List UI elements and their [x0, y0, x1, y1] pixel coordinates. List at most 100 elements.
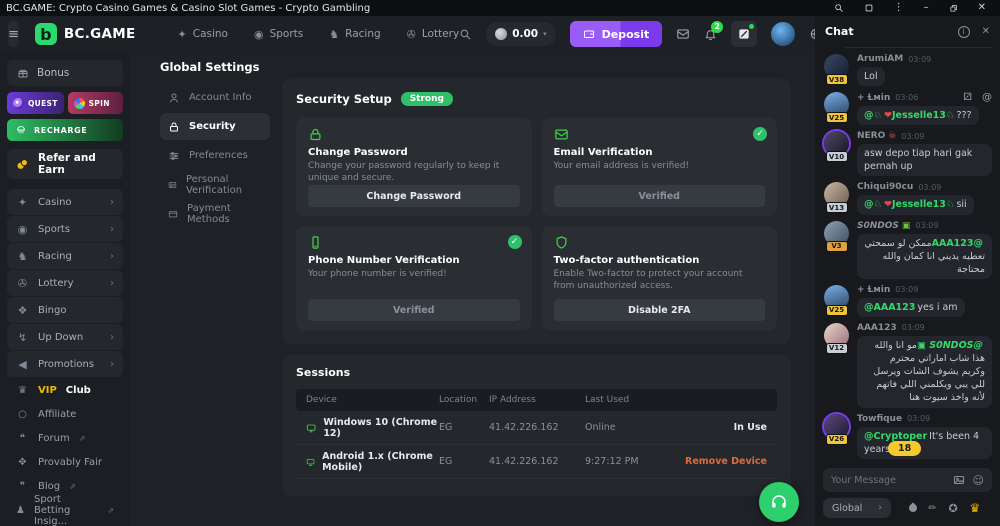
- spin-button[interactable]: SPIN: [68, 92, 123, 114]
- wallet-balance-dropdown[interactable]: 0.00 ▾: [486, 22, 555, 46]
- tab-security[interactable]: Security: [160, 113, 270, 140]
- close-icon[interactable]: ✕: [982, 26, 990, 37]
- inbox-icon[interactable]: [676, 27, 690, 41]
- window-restore-button[interactable]: [941, 4, 966, 13]
- deposit-button[interactable]: Deposit: [570, 21, 663, 47]
- lottery-icon: ✇: [407, 28, 416, 41]
- unread-count-badge[interactable]: 18: [888, 441, 921, 456]
- mention-icon[interactable]: @: [982, 92, 992, 103]
- sidebar-item-casino[interactable]: ✦Casino›: [7, 189, 123, 215]
- channel-selector[interactable]: Global›: [823, 498, 891, 518]
- sidebar-item-bingo[interactable]: ❖Bingo: [7, 297, 123, 323]
- chat-username: NERO: [857, 131, 885, 141]
- remove-device-button[interactable]: Remove Device: [685, 456, 767, 467]
- tab-preferences[interactable]: Preferences: [160, 142, 270, 169]
- user-avatar[interactable]: [771, 22, 795, 46]
- nav-sports[interactable]: ◉Sports: [254, 28, 303, 41]
- crown-icon: ♛: [16, 385, 29, 396]
- chat-timestamp: 03:09: [918, 183, 941, 192]
- emoji-icon[interactable]: ☺: [973, 474, 984, 487]
- quest-button[interactable]: QUEST: [7, 92, 64, 114]
- chat-title: Chat: [825, 25, 946, 38]
- chat-timestamp: 03:09: [901, 132, 924, 141]
- sidebar-item-forum[interactable]: ❝Forum⇗: [7, 426, 123, 450]
- vip-level-badge: V10: [826, 151, 848, 162]
- dice-icon[interactable]: ⚂: [963, 92, 972, 103]
- info-icon[interactable]: i: [958, 26, 970, 38]
- vip-level-badge: V26: [826, 434, 848, 445]
- trophy-icon[interactable]: ♛: [969, 501, 980, 515]
- pencil-icon[interactable]: ✏: [928, 503, 936, 514]
- quest-icon: [13, 98, 24, 109]
- tab-account-info[interactable]: Account Info: [160, 84, 270, 111]
- chat-username: AAA123: [857, 323, 897, 333]
- chat-username: ArumiAM: [857, 54, 903, 64]
- search-icon[interactable]: [459, 28, 472, 41]
- chat-bubble: asw depo tiap hari gak pernah up: [857, 144, 992, 176]
- bcgame-app: BC.GAME: Crypto Casino Games & Casino Sl…: [0, 0, 1000, 526]
- email-verified-button[interactable]: Verified: [554, 185, 766, 207]
- security-strength-badge: Strong: [401, 92, 453, 106]
- refer-and-earn-button[interactable]: Refer and Earn: [7, 149, 123, 179]
- change-password-card: Change Password Change your password reg…: [296, 118, 532, 216]
- lottery-icon: ✇: [16, 277, 29, 290]
- chat-message-input[interactable]: [831, 475, 945, 486]
- user-emoji: ▣: [902, 221, 911, 231]
- insight-icon: ♟: [16, 505, 25, 516]
- window-search-icon[interactable]: [826, 3, 852, 13]
- blog-icon: ❞: [16, 481, 29, 492]
- window-app-icon[interactable]: [856, 3, 882, 13]
- sidebar-item-racing[interactable]: ♞Racing›: [7, 243, 123, 269]
- sidebar-bonus[interactable]: Bonus: [7, 60, 123, 86]
- recharge-button[interactable]: RECHARGE: [7, 119, 123, 141]
- window-minimize-button[interactable]: –: [916, 3, 937, 13]
- chat-bubble: @♘❤Jesselle13♘sii: [857, 195, 974, 214]
- chat-bubble: @AAA123ممكن لو سمحتي تعطيه يديني انا كما…: [857, 234, 992, 279]
- notifications-bell[interactable]: 2: [704, 28, 717, 41]
- bingo-icon: ❖: [16, 304, 29, 317]
- sports-icon: ◉: [254, 28, 264, 41]
- chevron-down-icon: ▾: [543, 30, 547, 38]
- primary-nav: ✦Casino ◉Sports ♞Racing ✇Lottery: [178, 28, 460, 41]
- chat-bubble: Lol: [857, 67, 885, 86]
- gif-image-icon[interactable]: [953, 474, 965, 486]
- nav-racing[interactable]: ♞Racing: [329, 28, 380, 41]
- chevron-right-icon: ›: [110, 197, 114, 208]
- sidebar-item-provably-fair[interactable]: ✥Provably Fair: [7, 450, 123, 474]
- session-row: Android 1.x (Chrome Mobile) EG 41.42.226…: [296, 445, 777, 479]
- support-button[interactable]: [759, 482, 799, 522]
- window-close-button[interactable]: ✕: [970, 3, 994, 13]
- sidebar-item-lottery[interactable]: ✇Lottery›: [7, 270, 123, 296]
- chat-toggle-button[interactable]: [731, 21, 757, 47]
- main-content: Global Settings Account Info Security Pr…: [130, 52, 815, 526]
- badge-wheel-icon[interactable]: ✪: [949, 502, 958, 515]
- sidebar-item-vip-club[interactable]: ♛VIPClub: [7, 378, 123, 402]
- window-menu-icon[interactable]: ⋮: [886, 3, 912, 13]
- change-password-button[interactable]: Change Password: [308, 185, 520, 207]
- tab-personal-verification[interactable]: Personal Verification: [160, 171, 270, 198]
- tab-payment-methods[interactable]: Payment Methods: [160, 200, 270, 227]
- brand-logo[interactable]: b BC.GAME: [35, 23, 136, 45]
- vip-level-badge: V25: [826, 112, 848, 123]
- chat-header: Chat i ✕: [815, 16, 1000, 47]
- sidebar-item-updown[interactable]: ↯Up Down›: [7, 324, 123, 350]
- sidebar-item-sports[interactable]: ◉Sports›: [7, 216, 123, 242]
- chat-panel: Chat i ✕ V38 ArumiAM03:09 Lol V25 + Ƚмin…: [815, 16, 1000, 526]
- sessions-table-header: Device Location IP Address Last Used: [296, 389, 777, 411]
- sidebar-item-affiliate[interactable]: ○Affiliate: [7, 402, 123, 426]
- rain-drop-icon[interactable]: [907, 502, 918, 513]
- sidebar-item-sport-betting[interactable]: ♟Sport Betting Insig...⇗: [7, 498, 123, 522]
- email-verification-card: ✓ Email Verification Your email address …: [542, 118, 778, 216]
- headset-icon: [770, 493, 788, 511]
- phone-icon: [308, 235, 520, 250]
- chat-message: V38 ArumiAM03:09 Lol: [823, 54, 992, 86]
- disable-2fa-button[interactable]: Disable 2FA: [554, 299, 766, 321]
- phone-verified-button[interactable]: Verified: [308, 299, 520, 321]
- coins-icon: [15, 157, 30, 172]
- chat-timestamp: 03:09: [895, 285, 918, 294]
- nav-casino[interactable]: ✦Casino: [178, 28, 228, 41]
- hamburger-menu-button[interactable]: ≡: [8, 21, 19, 47]
- nav-lottery[interactable]: ✇Lottery: [407, 28, 460, 41]
- chat-message: V25 + Ƚмin03:09 @AAA123yes i am: [823, 285, 992, 317]
- sidebar-item-promotions[interactable]: ◀Promotions›: [7, 351, 123, 377]
